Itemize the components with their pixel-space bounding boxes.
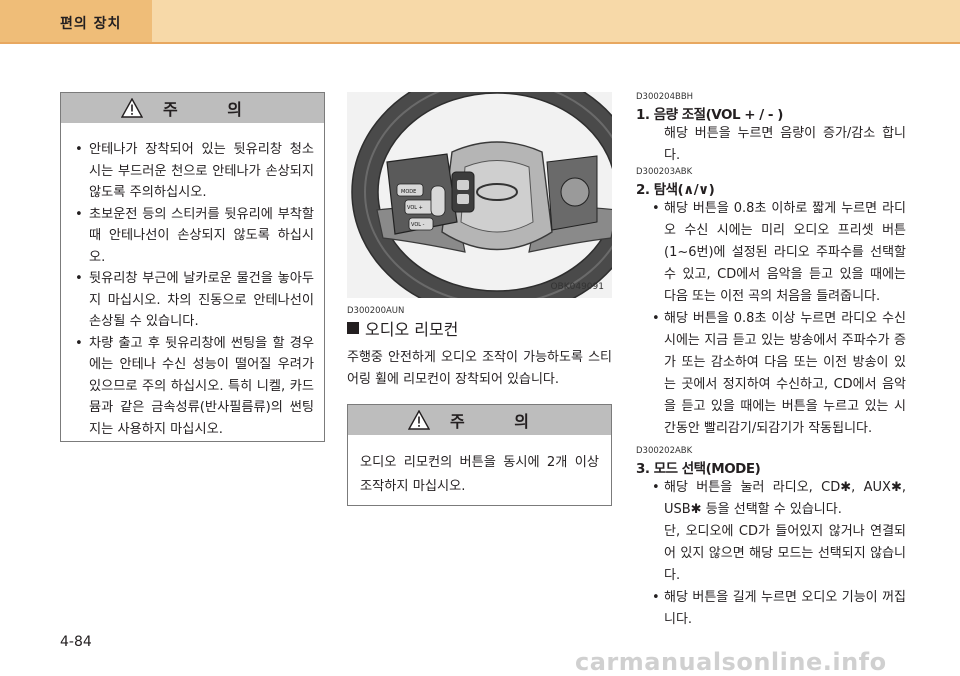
section-title-text: 오디오 리모컨 (365, 320, 459, 339)
section-mode: 3. 모드 선택(MODE) 해당 버튼을 눌러 라디오, CD✱, AUX✱,… (636, 457, 906, 631)
caution-item: 초보운전 등의 스티커를 뒷유리에 부착할 때 안테나선이 손상되지 않도록 하… (71, 204, 314, 269)
section-body: 주행중 안전하게 오디오 조작이 가능하도록 스티어링 휠에 리모컨이 장착되어… (347, 350, 612, 387)
heading-seek: 2. 탐색(∧/∨) (636, 182, 715, 198)
mode-item: 해당 버튼을 길게 누르면 오디오 기능이 꺼집니다. (636, 587, 906, 631)
section-code: D300200AUN (347, 306, 405, 316)
caution-box-antenna: 주 의 안테나가 장착되어 있는 뒷유리창 청소 시는 부드러운 천으로 안테나… (60, 92, 325, 442)
caution-header: 주 의 (348, 405, 611, 435)
volume-text: 해당 버튼을 누르면 음량이 증가/감소 합니다. (664, 126, 906, 163)
heading-mode: 3. 모드 선택(MODE) (636, 461, 761, 477)
caution-box-remote: 주 의 오디오 리모컨의 버튼을 동시에 2개 이상 조작하지 마십시오. (347, 404, 612, 506)
heading-volume: 1. 음량 조절(VOL + / - ) (636, 107, 783, 123)
caution-item: 차량 출고 후 뒷유리창에 썬팅을 할 경우에는 안테나 수신 성능이 떨어질 … (71, 333, 314, 441)
caution-text: 오디오 리모컨의 버튼을 동시에 2개 이상 조작하지 마십시오. (360, 455, 599, 494)
section-seek: 2. 탐색(∧/∨) 해당 버튼을 0.8초 이하로 짧게 누르면 라디오 수신… (636, 178, 906, 440)
vol-plus-label: VOL + (407, 205, 423, 211)
section-code: D300203ABK (636, 167, 693, 177)
seek-item: 해당 버튼을 0.8초 이상 누르면 라디오 수신 시에는 지금 듣고 있는 방… (636, 308, 906, 440)
mode-item-note: 단, 오디오에 CD가 들어있지 않거나 연결되어 있지 않으면 해당 모드는 … (664, 524, 906, 583)
section-title: 오디오 리모컨 (347, 316, 458, 340)
caution-title: 주 의 (449, 412, 551, 431)
mode-item-text: 해당 버튼을 눌러 라디오, CD✱, AUX✱, USB✱ 등을 선택할 수 … (664, 480, 906, 517)
vol-minus-label: VOL - (411, 222, 425, 228)
caution-list: 안테나가 장착되어 있는 뒷유리창 청소 시는 부드러운 천으로 안테나가 손상… (61, 123, 324, 440)
square-bullet-icon (347, 322, 359, 334)
caution-item: 뒷유리창 부근에 날카로운 물건을 놓아두지 마십시오. 차의 진동으로 안테나… (71, 268, 314, 333)
warning-triangle-icon (120, 98, 143, 118)
caution-item: 안테나가 장착되어 있는 뒷유리창 청소 시는 부드러운 천으로 안테나가 손상… (71, 139, 314, 204)
section-code: D300202ABK (636, 446, 693, 456)
section-code: D300204BBH (636, 92, 694, 102)
mode-button-label: MODE (401, 189, 416, 195)
header-divider (0, 42, 960, 44)
seek-item: 해당 버튼을 0.8초 이하로 짧게 누르면 라디오 수신 시에는 미리 오디오… (636, 198, 906, 308)
steering-wheel-figure: MODE VOL + VOL - OBK049091 (347, 92, 612, 298)
page-header: 편의 장치 (0, 0, 960, 42)
mode-item: 해당 버튼을 눌러 라디오, CD✱, AUX✱, USB✱ 등을 선택할 수 … (636, 477, 906, 587)
caution-header: 주 의 (61, 93, 324, 123)
caution-title: 주 의 (162, 100, 264, 119)
seek-list: 해당 버튼을 0.8초 이하로 짧게 누르면 라디오 수신 시에는 미리 오디오… (636, 198, 906, 440)
header-title: 편의 장치 (60, 16, 122, 32)
watermark: carmanualsonline.info (575, 648, 887, 676)
mode-list: 해당 버튼을 눌러 라디오, CD✱, AUX✱, USB✱ 등을 선택할 수 … (636, 477, 906, 631)
page-number: 4-84 (60, 634, 92, 650)
figure-code: OBK049091 (550, 282, 604, 292)
section-volume: 1. 음량 조절(VOL + / - ) 해당 버튼을 누르면 음량이 증가/감… (636, 103, 906, 167)
steering-wheel-illustration: MODE VOL + VOL - (347, 92, 612, 298)
warning-triangle-icon (407, 410, 430, 430)
